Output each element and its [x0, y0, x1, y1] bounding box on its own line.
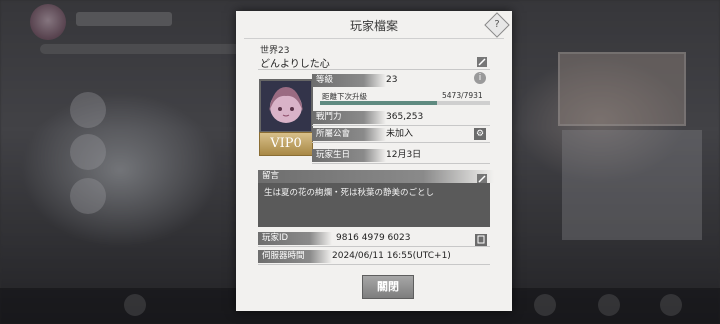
message-text: 生は夏の花の絢爛・死は秋葉の静美のごとし — [264, 188, 435, 198]
player-avatar[interactable] — [259, 79, 313, 133]
exp-value: 5473/7931 — [442, 91, 483, 100]
power-value: 365,253 — [386, 112, 424, 122]
power-label: 戰鬥力 — [312, 111, 386, 124]
copy-icon[interactable] — [475, 231, 487, 246]
close-button[interactable]: 關閉 — [362, 275, 414, 299]
level-value: 23 — [386, 75, 398, 85]
birthday-label: 玩家生日 — [312, 149, 386, 162]
message-label: 留言 — [258, 170, 494, 183]
player-id-label: 玩家ID — [258, 232, 332, 245]
divider — [312, 163, 490, 164]
birthday-value: 12月3日 — [386, 150, 422, 160]
divider — [258, 246, 490, 247]
dialog-title: 玩家檔案 — [349, 19, 398, 33]
server-time-label: 伺服器時間 — [258, 250, 332, 263]
divider — [258, 264, 490, 265]
server-time-value: 2024/06/11 16:55(UTC+1) — [332, 251, 451, 261]
divider — [312, 125, 490, 126]
exp-progress-bar — [320, 101, 490, 105]
edit-message-icon[interactable] — [476, 170, 488, 184]
gear-icon[interactable]: ⚙ — [474, 128, 486, 140]
player-id-value: 9816 4979 6023 — [336, 233, 411, 243]
divider — [312, 142, 490, 143]
title-divider — [244, 38, 504, 39]
message-box: 生は夏の花の絢爛・死は秋葉の静美のごとし — [258, 183, 490, 227]
edit-name-icon[interactable] — [476, 53, 488, 67]
vip-badge: VIP0 — [259, 132, 313, 156]
info-icon[interactable]: i — [474, 72, 486, 84]
level-label: 等級 — [312, 74, 386, 87]
divider — [258, 69, 490, 70]
guild-label: 所屬公會 — [312, 128, 386, 141]
player-profile-dialog: 玩家檔案 ? 世界23 どんよりした心 VIP0 等級 23 i 距離下次升級 … — [236, 11, 512, 311]
guild-value: 未加入 — [386, 129, 414, 139]
exp-progress-fill — [320, 101, 438, 105]
player-name: どんよりした心 — [260, 59, 330, 70]
